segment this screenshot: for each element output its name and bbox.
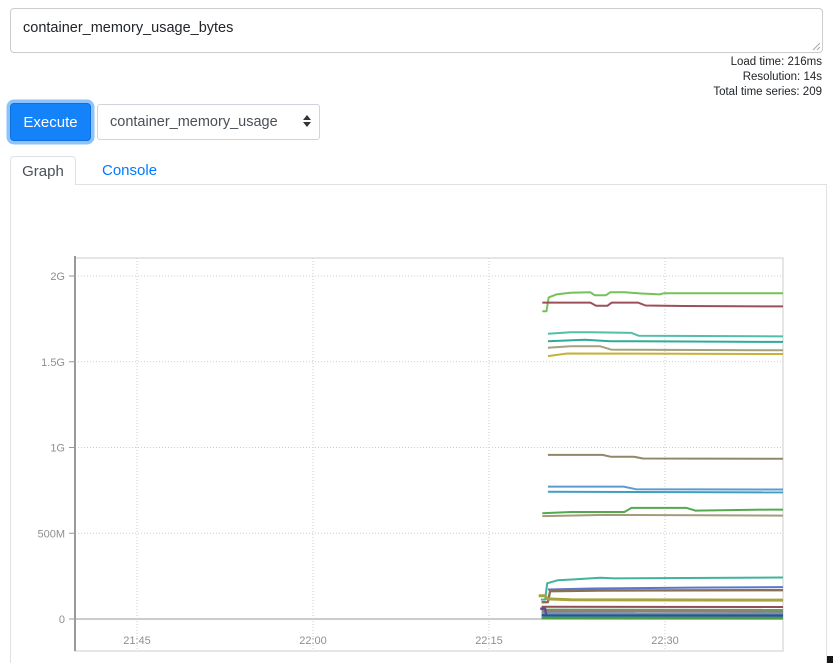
textarea-resize-handle-icon[interactable] [812,42,821,51]
query-expression-input[interactable]: container_memory_usage_bytes [10,8,823,53]
query-stats: Load time: 216ms Resolution: 14s Total t… [713,55,822,100]
tab-console[interactable]: Console [88,156,171,185]
resolution-text: Resolution: 14s [713,70,822,85]
select-updown-icon [303,115,311,127]
metric-dropdown[interactable]: container_memory_usage [97,104,320,140]
graph-panel [10,184,827,663]
total-series-text: Total time series: 209 [713,85,822,100]
load-time-text: Load time: 216ms [713,55,822,70]
execute-button[interactable]: Execute [10,103,91,141]
metric-dropdown-value: container_memory_usage [110,114,278,130]
tab-graph[interactable]: Graph [10,156,76,185]
